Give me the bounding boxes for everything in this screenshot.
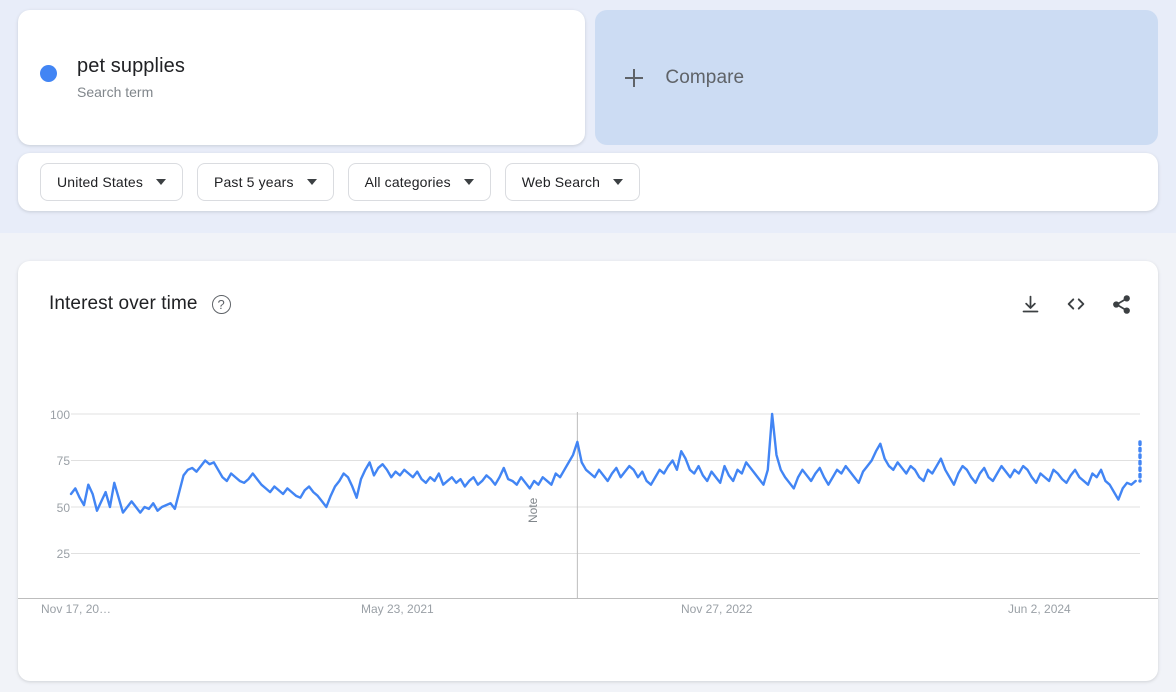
plus-icon: [625, 68, 644, 87]
y-tick-75: 75: [56, 454, 70, 468]
x-tick-2: Nov 27, 2022: [681, 602, 753, 616]
filter-bar: United States Past 5 years All categorie…: [18, 153, 1158, 211]
y-tick-25: 25: [56, 547, 70, 561]
chart-plot-area: 100 75 50 25 Nov 17, 20… May 23, 2021 No…: [18, 261, 1158, 681]
search-term-name: pet supplies: [77, 55, 185, 77]
filter-region-label: United States: [57, 174, 143, 190]
chevron-down-icon: [463, 179, 474, 185]
x-tick-1: May 23, 2021: [361, 602, 434, 616]
compare-card[interactable]: Compare: [595, 10, 1158, 145]
y-tick-100: 100: [49, 408, 70, 422]
chevron-down-icon: [613, 179, 624, 185]
filter-category-label: All categories: [364, 174, 451, 190]
filter-time-range-label: Past 5 years: [214, 174, 294, 190]
filter-region[interactable]: United States: [40, 163, 183, 201]
search-term-card[interactable]: pet supplies Search term: [18, 10, 586, 145]
filter-time-range[interactable]: Past 5 years: [197, 163, 334, 201]
series-color-dot: [40, 65, 57, 82]
compare-label: Compare: [665, 66, 745, 88]
filter-search-type-label: Web Search: [521, 174, 601, 190]
trend-line-chart: [18, 412, 1158, 599]
chevron-down-icon: [306, 179, 317, 185]
search-terms-row: pet supplies Search term Compare: [18, 10, 1158, 145]
filter-search-type[interactable]: Web Search: [504, 163, 641, 201]
search-term-texts: pet supplies Search term: [77, 54, 185, 101]
chevron-down-icon: [156, 179, 166, 185]
filter-category[interactable]: All categories: [347, 163, 491, 201]
search-term-type: Search term: [77, 84, 154, 100]
x-tick-0: Nov 17, 20…: [41, 602, 112, 616]
interest-over-time-card: Interest over time ? 100 75 50 25 Nov 17…: [18, 261, 1158, 681]
note-annotation-label: Note: [526, 497, 540, 523]
google-trends-page: pet supplies Search term Compare United …: [0, 0, 1176, 692]
x-tick-3: Jun 2, 2024: [1008, 602, 1071, 616]
y-tick-50: 50: [56, 501, 70, 515]
